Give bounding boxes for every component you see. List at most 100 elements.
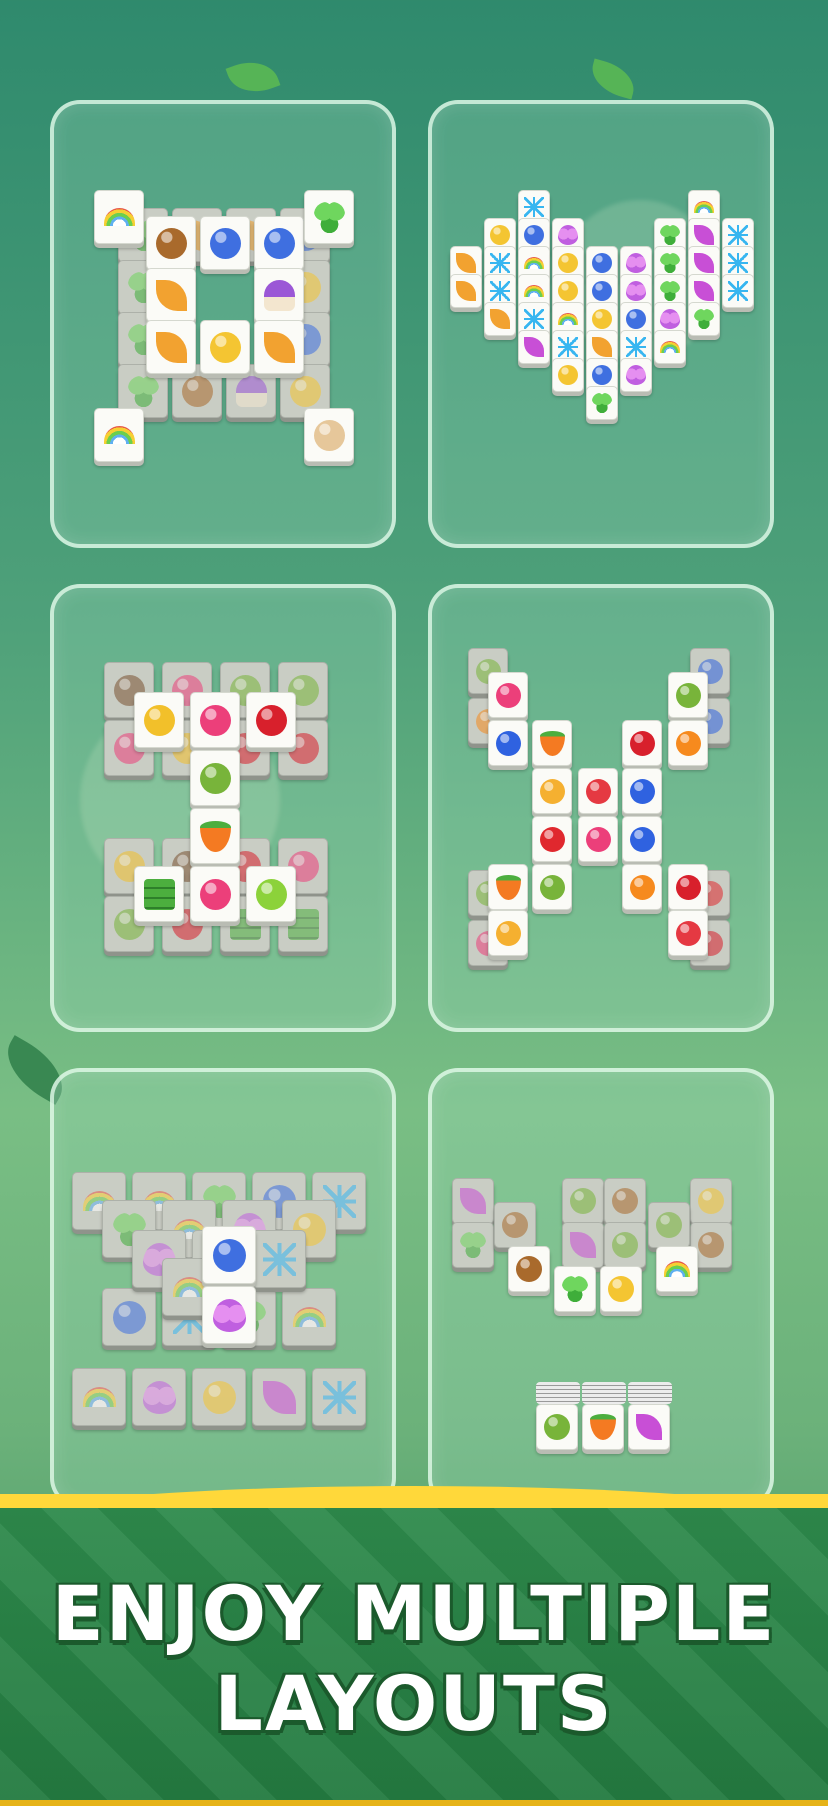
snow-icon	[728, 281, 748, 301]
mahjong-tile[interactable]	[532, 720, 572, 766]
flower-icon	[626, 309, 646, 329]
rainbow-icon	[172, 1277, 206, 1297]
mahjong-tile[interactable]	[508, 1246, 550, 1292]
mahjong-tile[interactable]	[600, 1266, 642, 1312]
mahjong-tile[interactable]	[484, 302, 516, 336]
mahjong-tile[interactable]	[628, 1404, 670, 1450]
tile-board	[432, 588, 770, 1028]
rainbow-icon	[524, 285, 544, 297]
carrot-icon	[495, 874, 521, 900]
mahjong-tile[interactable]	[586, 386, 618, 420]
mahjong-tile[interactable]	[668, 864, 708, 910]
mahjong-tile[interactable]	[532, 864, 572, 910]
mahjong-tile[interactable]	[552, 358, 584, 392]
blueberry-icon	[629, 778, 655, 804]
rainbow-icon	[660, 341, 680, 353]
mahjong-tile[interactable]	[582, 1404, 624, 1450]
orange-icon	[675, 730, 701, 756]
mahjong-tile[interactable]	[254, 216, 304, 270]
mahjong-tile[interactable]	[668, 672, 708, 718]
clover-icon	[660, 253, 680, 273]
mahjong-tile[interactable]	[202, 1226, 256, 1284]
mahjong-tile[interactable]	[622, 816, 662, 862]
mahjong-tile[interactable]	[622, 768, 662, 814]
feather-icon	[262, 1380, 296, 1414]
flower-icon	[592, 365, 612, 385]
acorn-icon	[155, 227, 187, 259]
tulip-icon	[558, 281, 578, 301]
carrot-icon	[199, 820, 231, 852]
mahjong-tile[interactable]	[532, 768, 572, 814]
tile-board	[54, 1072, 392, 1504]
mahjong-tile[interactable]	[654, 330, 686, 364]
mahjong-tile[interactable]	[450, 274, 482, 308]
mahjong-tile[interactable]	[578, 768, 618, 814]
mahjong-tile[interactable]	[246, 692, 296, 748]
mahjong-tile[interactable]	[190, 692, 240, 748]
tile-board	[54, 104, 392, 544]
mahjong-tile[interactable]	[94, 190, 144, 244]
mahjong-tile[interactable]	[246, 866, 296, 922]
mahjong-tile[interactable]	[536, 1404, 578, 1450]
mahjong-tile[interactable]	[190, 750, 240, 806]
mahjong-tile[interactable]	[488, 910, 528, 956]
mahjong-tile[interactable]	[304, 190, 354, 244]
mahjong-tile[interactable]	[254, 268, 304, 322]
snow-icon	[262, 1242, 296, 1276]
mahjong-tile[interactable]	[200, 216, 250, 270]
mahjong-tile[interactable]	[578, 816, 618, 862]
mahjong-tile	[282, 1288, 336, 1346]
apple-icon	[539, 826, 565, 852]
mahjong-tile[interactable]	[488, 864, 528, 910]
mahjong-tile	[562, 1178, 604, 1224]
mahjong-tile[interactable]	[518, 330, 550, 364]
tile-board	[54, 588, 392, 1028]
mahjong-tile[interactable]	[134, 866, 184, 922]
rainbow-icon	[664, 1261, 690, 1277]
tulip-icon	[558, 365, 578, 385]
mahjong-tile[interactable]	[668, 910, 708, 956]
mahjong-tile[interactable]	[304, 408, 354, 462]
mahjong-tile[interactable]	[622, 864, 662, 910]
mahjong-tile[interactable]	[554, 1266, 596, 1312]
mahjong-tile[interactable]	[146, 320, 196, 374]
feather-icon	[694, 225, 714, 245]
flower-icon	[592, 253, 612, 273]
rainbow-icon	[524, 257, 544, 269]
avocado-icon	[539, 874, 565, 900]
acorn-icon	[516, 1256, 542, 1282]
mahjong-tile[interactable]	[488, 720, 528, 766]
mahjong-tile[interactable]	[190, 866, 240, 922]
mahjong-tile[interactable]	[532, 816, 572, 862]
mahjong-tile[interactable]	[656, 1246, 698, 1292]
mahjong-tile[interactable]	[722, 274, 754, 308]
flower-icon	[592, 281, 612, 301]
layout-preview-w-shape	[428, 1068, 774, 1508]
mahjong-tile[interactable]	[668, 720, 708, 766]
snow-icon	[490, 281, 510, 301]
clover-icon	[127, 375, 159, 407]
butterfly-icon	[660, 309, 680, 329]
tulip-icon	[209, 331, 241, 363]
mahjong-tile[interactable]	[134, 692, 184, 748]
mahjong-tile[interactable]	[146, 268, 196, 322]
feather-icon	[524, 337, 544, 357]
leaf-icon	[155, 331, 187, 363]
mahjong-tile[interactable]	[488, 672, 528, 718]
mahjong-tile[interactable]	[688, 302, 720, 336]
tulip-icon	[289, 375, 321, 407]
mahjong-tile[interactable]	[200, 320, 250, 374]
clover-icon	[660, 225, 680, 245]
clover-icon	[313, 201, 345, 233]
mahjong-tile[interactable]	[190, 808, 240, 864]
mahjong-tile[interactable]	[202, 1286, 256, 1344]
mahjong-tile[interactable]	[622, 720, 662, 766]
mahjong-tile[interactable]	[254, 320, 304, 374]
avocado-icon	[612, 1232, 638, 1258]
mahjong-tile[interactable]	[620, 358, 652, 392]
dragonfruit-icon	[199, 704, 231, 736]
dragonfruit-icon	[585, 826, 611, 852]
mahjong-tile[interactable]	[94, 408, 144, 462]
butterfly-icon	[626, 365, 646, 385]
mahjong-tile[interactable]	[146, 216, 196, 270]
